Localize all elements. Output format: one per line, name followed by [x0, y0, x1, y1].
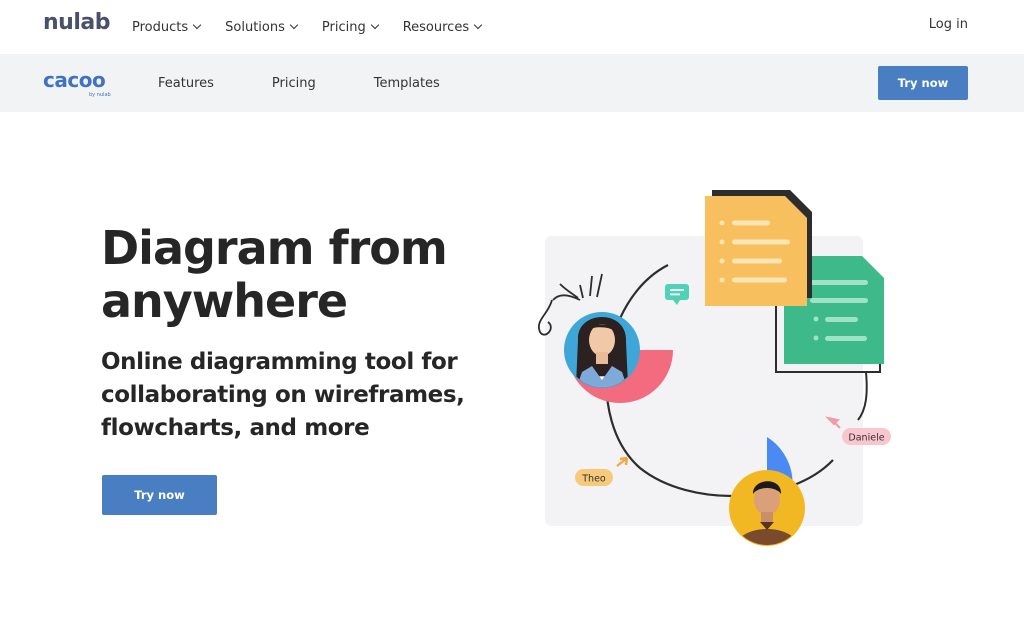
menu-solutions-label: Solutions: [225, 19, 285, 35]
login-link[interactable]: Log in: [929, 17, 968, 32]
hero-try-now-button[interactable]: Try now: [102, 475, 217, 515]
subnav-links: Features Pricing Templates: [158, 54, 498, 112]
chevron-down-icon: [289, 20, 299, 30]
avatar-man: [729, 470, 805, 546]
subnav-features-link[interactable]: Features: [158, 76, 214, 91]
menu-products[interactable]: Products: [132, 19, 202, 35]
cacoo-logo-byline: by nulab: [89, 92, 111, 98]
daniele-label: Daniele: [848, 433, 884, 444]
menu-resources-label: Resources: [402, 19, 470, 35]
subnav-try-now-button[interactable]: Try now: [878, 66, 968, 100]
nulab-logo[interactable]: nulab: [43, 10, 110, 35]
main-menu: Products Solutions Pricing Resources: [132, 0, 506, 54]
theo-label: Theo: [581, 474, 606, 485]
document-yellow-icon: [705, 190, 812, 306]
chevron-down-icon: [473, 20, 483, 30]
subnav-pricing-link[interactable]: Pricing: [272, 76, 316, 91]
chevron-down-icon: [192, 20, 202, 30]
hero-subtitle: Online diagramming tool for collaboratin…: [101, 349, 465, 441]
menu-resources[interactable]: Resources: [402, 19, 483, 35]
subnav-templates-link[interactable]: Templates: [374, 76, 440, 91]
hero-title-line2: anywhere: [101, 274, 348, 328]
menu-products-label: Products: [132, 19, 189, 35]
cacoo-logo-text: cacoo: [43, 68, 106, 92]
top-navigation: nulab Products Solutions Pricing Resourc…: [0, 0, 1024, 54]
chevron-down-icon: [370, 20, 379, 30]
menu-solutions[interactable]: Solutions: [225, 19, 299, 35]
menu-pricing-label: Pricing: [321, 19, 366, 35]
product-subnav: cacoo by nulab Features Pricing Template…: [0, 54, 1024, 112]
hero-title-line1: Diagram from: [101, 221, 448, 275]
hero-illustration: Daniele Theo: [538, 190, 891, 546]
cacoo-logo[interactable]: cacoo by nulab: [43, 68, 113, 102]
menu-pricing[interactable]: Pricing: [321, 19, 379, 35]
hero-title: Diagram from anywhere: [101, 222, 521, 328]
